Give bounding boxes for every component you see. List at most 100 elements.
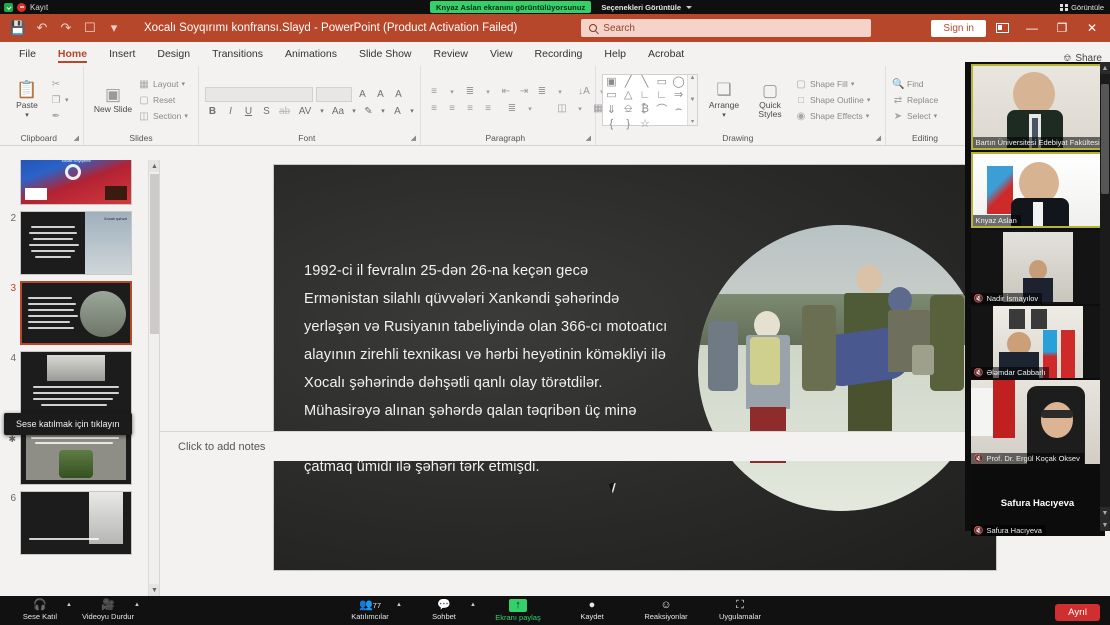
thumbnail-slide-3[interactable]: 3 bbox=[0, 278, 159, 348]
bold-button[interactable]: B bbox=[205, 106, 220, 117]
copy-button[interactable]: ❐▾ bbox=[50, 93, 69, 107]
shape-scribble-icon[interactable]: ₿ bbox=[641, 103, 649, 115]
columns-icon[interactable]: ≣ bbox=[505, 103, 519, 114]
scrollbar-thumb[interactable] bbox=[150, 174, 159, 334]
participant-tile-5[interactable]: 🔇 Prof. Dr. Ergül Koçak Oksev bbox=[971, 380, 1105, 464]
align-text-icon[interactable]: ◫ bbox=[555, 103, 569, 114]
apps-button[interactable]: ⛶ Uygulamalar bbox=[714, 596, 766, 625]
sign-in-button[interactable]: Sign in bbox=[931, 20, 986, 37]
underline-button[interactable]: U bbox=[241, 106, 256, 117]
tab-recording[interactable]: Recording bbox=[524, 44, 594, 64]
share-screen-button[interactable]: ↑ Ekranı paylaş bbox=[492, 596, 544, 625]
slide-photo-refugees[interactable] bbox=[698, 225, 984, 511]
shape-oval-icon[interactable]: ◯ bbox=[672, 75, 684, 88]
shape-curve-icon[interactable]: ⌒ bbox=[656, 101, 667, 117]
chat-button[interactable]: 💬 Sohbet ▲ bbox=[418, 596, 470, 625]
zoom-view-button[interactable]: Görüntüle bbox=[1060, 3, 1110, 12]
chevron-down-icon[interactable]: ▾ bbox=[318, 107, 326, 115]
numbering-icon[interactable]: ≣ bbox=[463, 86, 477, 97]
align-left-icon[interactable]: ≡ bbox=[427, 103, 441, 114]
character-spacing-button[interactable]: AV bbox=[295, 106, 315, 117]
close-button[interactable]: ✕ bbox=[1078, 15, 1106, 41]
current-slide[interactable]: 1992-ci il fevralın 25-dən 26-na keçən g… bbox=[274, 165, 996, 570]
thumbnail-slide-6[interactable]: 6 bbox=[0, 488, 159, 558]
text-shadow-button[interactable]: S bbox=[259, 106, 274, 117]
shapes-scrollbar[interactable]: ▲ ▼ ▾ bbox=[687, 75, 697, 125]
tab-file[interactable]: File bbox=[8, 44, 47, 64]
thumbnail-slide-2[interactable]: 2 Xocalı şəhəri bbox=[0, 208, 159, 278]
participant-tile-3[interactable]: 🔇 Nadir İsmayılov bbox=[971, 230, 1105, 304]
shape-left-brace-icon[interactable]: { bbox=[610, 118, 614, 130]
tab-transitions[interactable]: Transitions bbox=[201, 44, 274, 64]
drawing-dialog-launcher[interactable]: ◢ bbox=[876, 132, 881, 145]
shape-star-icon[interactable]: ☆ bbox=[640, 117, 650, 130]
reset-button[interactable]: ▢Reset bbox=[138, 93, 188, 107]
tab-insert[interactable]: Insert bbox=[98, 44, 146, 64]
shape-textbox-icon[interactable]: ▣ bbox=[606, 75, 616, 88]
font-size-select[interactable] bbox=[316, 87, 352, 102]
shape-rounded-rect-icon[interactable]: ▭ bbox=[606, 88, 616, 101]
section-button[interactable]: ◫Section▾ bbox=[138, 109, 188, 123]
shape-line2-icon[interactable]: ╲ bbox=[642, 75, 649, 88]
thumbnail-preview[interactable] bbox=[20, 351, 132, 415]
chevron-up-icon[interactable]: ▲ bbox=[134, 602, 140, 608]
leave-button[interactable]: Ayrıl bbox=[1055, 604, 1100, 621]
chevron-down-icon[interactable]: ▾ bbox=[350, 107, 358, 115]
reactions-button[interactable]: ☺ Reaksiyonlar bbox=[640, 596, 692, 625]
undo-icon[interactable]: ↶ bbox=[30, 17, 54, 39]
shape-arc-icon[interactable]: ⌢ bbox=[675, 103, 682, 116]
participant-tile-1[interactable]: Bartın Üniversitesi Edebiyat Fakültesi bbox=[971, 64, 1105, 150]
font-color-button[interactable]: A bbox=[390, 106, 405, 117]
thumbnail-slide-1[interactable]: 1 Xocalı Soyqırımı bbox=[0, 160, 159, 208]
tab-view[interactable]: View bbox=[479, 44, 524, 64]
scroll-end-icon[interactable]: ▼ bbox=[1100, 519, 1110, 531]
paste-button[interactable]: 📋 Paste ▾ bbox=[6, 81, 48, 119]
shape-fill-button[interactable]: ▢Shape Fill▾ bbox=[795, 77, 870, 91]
paragraph-dialog-launcher[interactable]: ◢ bbox=[586, 132, 591, 145]
restore-button[interactable]: ❐ bbox=[1048, 15, 1076, 41]
participants-button[interactable]: 👥77 Katılımcılar ▲ bbox=[344, 596, 396, 625]
thumbnail-preview[interactable]: Xocalı şəhəri bbox=[20, 211, 132, 275]
join-audio-button[interactable]: 🎧 Sese Katıl ▲ bbox=[14, 596, 66, 625]
replace-button[interactable]: ⇄Replace bbox=[892, 93, 938, 107]
find-button[interactable]: 🔍Find bbox=[892, 77, 938, 91]
highlight-icon[interactable]: ✎ bbox=[361, 106, 376, 117]
save-icon[interactable]: 💾 bbox=[6, 17, 30, 39]
chevron-down-icon[interactable]: ▾ bbox=[408, 107, 416, 115]
zoom-video-panel[interactable]: Bartın Üniversitesi Edebiyat Fakültesi K… bbox=[965, 62, 1110, 531]
arrange-button[interactable]: ❑ Arrange ▾ bbox=[703, 81, 745, 119]
italic-button[interactable]: I bbox=[223, 106, 238, 117]
strikethrough-button[interactable]: ab bbox=[277, 106, 292, 117]
change-case-button[interactable]: Aa bbox=[329, 106, 347, 117]
shrink-font-button[interactable]: A bbox=[373, 89, 388, 100]
redo-icon[interactable]: ↷ bbox=[54, 17, 78, 39]
grow-font-button[interactable]: A bbox=[355, 89, 370, 100]
scroll-down-icon[interactable]: ▼ bbox=[149, 584, 160, 596]
chevron-up-icon[interactable]: ▲ bbox=[66, 602, 72, 608]
cut-button[interactable]: ✂ bbox=[50, 77, 69, 91]
scroll-up-icon[interactable]: ▲ bbox=[149, 160, 160, 172]
participant-tile-4[interactable]: 🔇 Ələmdar Cabbarlı bbox=[971, 306, 1105, 378]
scrollbar-thumb[interactable] bbox=[1101, 84, 1109, 194]
scroll-down-icon[interactable]: ▼ bbox=[1100, 507, 1110, 519]
font-dialog-launcher[interactable]: ◢ bbox=[411, 132, 416, 145]
tab-slide-show[interactable]: Slide Show bbox=[348, 44, 423, 64]
thumbnail-preview[interactable] bbox=[20, 491, 132, 555]
search-input[interactable]: Search bbox=[581, 19, 871, 37]
shape-line-icon[interactable]: ╱ bbox=[625, 75, 632, 88]
scroll-up-icon[interactable]: ▲ bbox=[1100, 62, 1110, 74]
thumbnail-scrollbar[interactable]: ▲ ▼ bbox=[148, 160, 159, 596]
shape-right-brace-icon[interactable]: } bbox=[626, 118, 630, 130]
video-panel-scrollbar[interactable]: ▲ ▼ ▼ bbox=[1100, 62, 1110, 531]
layout-button[interactable]: ▦Layout▾ bbox=[138, 77, 188, 91]
shape-triangle-icon[interactable]: △ bbox=[624, 88, 632, 101]
shapes-more-icon[interactable]: ▾ bbox=[691, 118, 694, 125]
shape-elbow2-icon[interactable]: ∟ bbox=[656, 89, 667, 101]
tab-home[interactable]: Home bbox=[47, 44, 98, 64]
shape-rect-icon[interactable]: ▭ bbox=[657, 75, 667, 88]
format-painter-button[interactable]: ✒ bbox=[50, 109, 69, 123]
clear-formatting-button[interactable]: A bbox=[391, 89, 406, 100]
quick-styles-button[interactable]: ▢ Quick Styles bbox=[750, 82, 790, 119]
start-presentation-icon[interactable]: ☐ bbox=[78, 17, 102, 39]
tab-design[interactable]: Design bbox=[146, 44, 201, 64]
